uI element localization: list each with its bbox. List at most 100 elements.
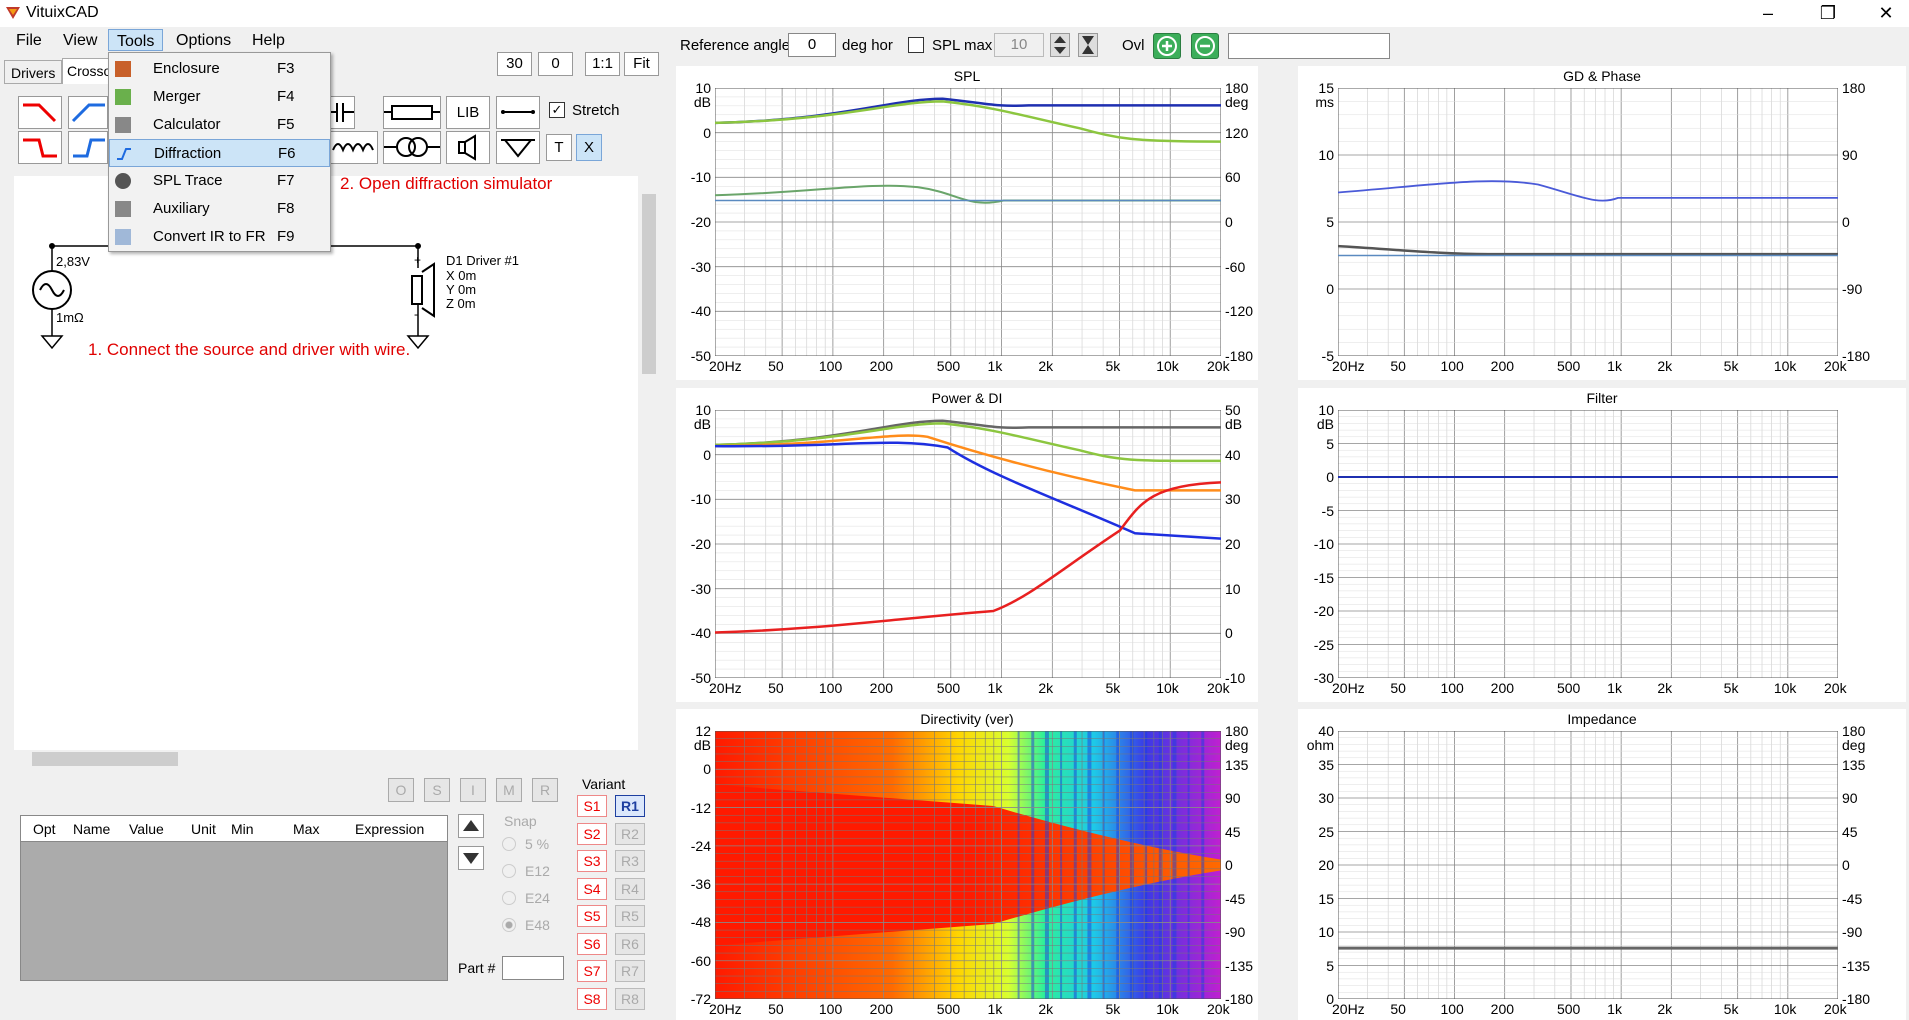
highpass-button[interactable] — [68, 96, 108, 129]
fit-button[interactable]: Fit — [624, 52, 659, 76]
close-button[interactable]: ✕ — [1866, 2, 1906, 24]
remove-overlay-button[interactable] — [1191, 33, 1219, 59]
impedance-plot[interactable]: Impedance 40 35 30 25 20 15 10 5 0 ohm 180 135 90 45 0-… — [1298, 709, 1906, 1020]
directivity-plot[interactable]: Directivity (ver) 12 0 -12 -24 -36 -48 -60 -72 d… — [676, 709, 1258, 1020]
menu-tools[interactable]: Tools — [108, 29, 164, 51]
variant-r1-button[interactable]: R1 — [615, 795, 645, 817]
menu-calculator[interactable]: Calculator F5 — [109, 111, 330, 139]
part-input[interactable] — [502, 956, 564, 980]
optimizer-table[interactable]: Opt Name Value Unit Min Max Expression — [20, 815, 448, 981]
gd-x-tick: 5k — [1723, 358, 1739, 374]
variant-s2-button[interactable]: S2 — [577, 822, 607, 845]
variant-s3-button[interactable]: S3 — [577, 850, 607, 872]
power-plot[interactable]: Power & DI 10 0 -10 -20 -30 -40 -50 dB 50 40 30 20 10… — [676, 388, 1258, 702]
menu-options[interactable]: Options — [168, 29, 239, 51]
directivity-right-tick: -135 — [1225, 957, 1254, 974]
ref-angle-label: Reference angle — [680, 37, 791, 54]
impedance-right-tick: 0 — [1842, 857, 1850, 873]
lowpass2-button[interactable] — [18, 131, 62, 164]
gd-x-tick: 20k — [1824, 358, 1847, 374]
variant-r4-button[interactable]: R4 — [615, 877, 645, 900]
variant-s4-button[interactable]: S4 — [577, 877, 607, 900]
menu-enclosure[interactable]: Enclosure F3 — [109, 55, 330, 83]
param-r-button[interactable]: R — [532, 778, 558, 802]
driver-button[interactable] — [446, 131, 490, 164]
menu-diffraction[interactable]: Diffraction F6 — [109, 139, 330, 167]
menu-view[interactable]: View — [55, 29, 105, 51]
gd-plot-title: GD & Phase — [1563, 68, 1641, 84]
spl-reset-button[interactable] — [1078, 33, 1098, 57]
filter-left-tick: -10 — [1313, 536, 1334, 552]
menu-merger[interactable]: Merger F4 — [109, 83, 330, 111]
transformer-button[interactable] — [383, 131, 441, 164]
move-down-button[interactable] — [458, 846, 484, 870]
param-o-button[interactable]: O — [388, 778, 414, 802]
variant-s5-button[interactable]: S5 — [577, 905, 607, 927]
delete-button[interactable]: X — [576, 134, 602, 161]
param-i-button[interactable]: I — [460, 778, 486, 802]
text-button[interactable]: T — [546, 134, 572, 161]
variant-r7-button[interactable]: R7 — [615, 960, 645, 982]
ref-angle-input[interactable]: 0 — [788, 33, 836, 57]
variant-r5-button[interactable]: R5 — [615, 905, 645, 927]
variant-s7-button[interactable]: S7 — [577, 960, 607, 982]
schematic-canvas[interactable]: + - 2,83V 1mΩ D1 Driver #1 X 0m Y 0m Z 0m… — [14, 176, 638, 750]
spl-spin-button[interactable] — [1050, 33, 1070, 57]
power-x-tick: 10k — [1156, 680, 1179, 696]
menu-auxiliary[interactable]: Auxiliary F8 — [109, 195, 330, 223]
lowpass-button[interactable] — [18, 96, 62, 129]
snap-5-radio[interactable] — [502, 837, 516, 851]
spl-max-checkbox[interactable] — [908, 37, 924, 53]
maximize-button[interactable]: ❐ — [1808, 2, 1848, 24]
variant-r2-button[interactable]: R2 — [615, 822, 645, 845]
inductor-button[interactable] — [330, 131, 378, 164]
zoom-1to1-button[interactable]: 1:1 — [585, 52, 620, 76]
spl-max-input[interactable]: 10 — [994, 33, 1044, 57]
highpass-icon — [71, 103, 105, 123]
spl-left-tick: -50 — [690, 348, 711, 364]
zoom-30-button[interactable]: 30 — [497, 52, 532, 76]
variant-r3-button[interactable]: R3 — [615, 850, 645, 872]
param-s-button[interactable]: S — [424, 778, 450, 802]
stretch-checkbox[interactable]: ✓ — [549, 102, 565, 118]
gd-right-tick: 180 — [1842, 80, 1866, 96]
schematic-vscroll[interactable] — [640, 176, 658, 750]
add-overlay-button[interactable] — [1153, 33, 1181, 59]
wire-button[interactable] — [496, 96, 540, 129]
directivity-right-tick: 0 — [1225, 857, 1233, 873]
menu-convert-ir[interactable]: Convert IR to FR F9 — [109, 223, 330, 251]
schematic-hscroll[interactable] — [14, 750, 638, 768]
variant-s6-button[interactable]: S6 — [577, 932, 607, 955]
snap-e12-radio[interactable] — [502, 864, 516, 878]
menu-help[interactable]: Help — [244, 29, 293, 51]
highpass2-button[interactable] — [68, 131, 108, 164]
hscroll-thumb[interactable] — [32, 752, 178, 766]
param-m-button[interactable]: M — [496, 778, 522, 802]
menu-file[interactable]: File — [8, 29, 50, 51]
menu-spl-trace[interactable]: SPL Trace F7 — [109, 167, 330, 195]
variant-s1-button[interactable]: S1 — [577, 795, 607, 817]
power-x-tick: 20k — [1207, 680, 1230, 696]
filter-plot[interactable]: Filter 10 5 0 -5 -10 -15 -20 -25 -30 dB 20Hz 50 100 20… — [1298, 388, 1906, 702]
capacitor-button[interactable] — [330, 96, 355, 129]
plus-icon — [1157, 36, 1177, 56]
tab-crossover[interactable]: Crosso — [62, 58, 112, 84]
overlay-input[interactable] — [1228, 33, 1390, 59]
gd-plot[interactable]: GD & Phase 15 10 5 0 -5 ms 180 90 0 -90 -180 20Hz 50 1… — [1298, 66, 1906, 380]
minimize-button[interactable]: – — [1748, 2, 1788, 24]
tab-drivers[interactable]: Drivers — [4, 60, 62, 84]
resistor-button[interactable] — [383, 96, 441, 129]
variant-r8-button[interactable]: R8 — [615, 987, 645, 1010]
ground-button[interactable] — [496, 131, 540, 164]
variant-s8-button[interactable]: S8 — [577, 987, 607, 1010]
zoom-0-button[interactable]: 0 — [538, 52, 573, 76]
vscroll-thumb[interactable] — [642, 194, 656, 374]
move-up-button[interactable] — [458, 814, 484, 838]
power-left-tick: -10 — [690, 491, 711, 508]
library-button[interactable]: LIB — [446, 96, 490, 129]
snap-e48-radio[interactable] — [502, 918, 516, 932]
impedance-x-tick: 200 — [1490, 1001, 1515, 1017]
snap-e24-radio[interactable] — [502, 891, 516, 905]
variant-r6-button[interactable]: R6 — [615, 932, 645, 955]
spl-plot[interactable]: SPL 10 0 -10 -20 -30 -40 -50 dB 180 120 60 0 -60 -120-… — [676, 66, 1258, 380]
